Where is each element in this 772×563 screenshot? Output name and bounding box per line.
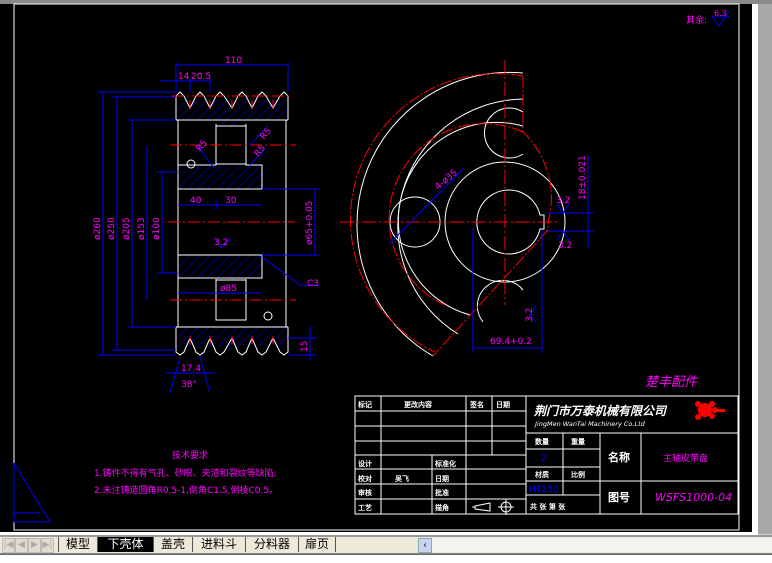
triangle-symbol (13, 462, 51, 523)
roughness-label: 其余: (686, 14, 707, 26)
tab-model[interactable]: 模型 (58, 537, 97, 552)
dim-15: 15 (300, 341, 310, 352)
notes-item-1: 1.铸件不得有气孔、砂眼、夹渣和裂纹等缺陷; (94, 467, 277, 479)
dim-r5-c: R5 (253, 143, 268, 159)
front-view: 4-ø35 18±0.021 3.2 3.2 3.2 69.4+0.2 (340, 60, 594, 357)
last-tab-button[interactable]: ▶| (41, 538, 54, 553)
drawing-frame (13, 3, 740, 531)
material-label: 材质 (534, 470, 549, 479)
row-design-label: 设计 (358, 459, 372, 468)
row-check-label: 校对 (358, 474, 372, 483)
tab-cover[interactable]: 盖壳 (153, 537, 192, 552)
dim-angle-38: 38° (181, 380, 197, 390)
scroll-left-button[interactable]: ‹ (418, 538, 432, 553)
row-review-label: 审核 (358, 488, 372, 497)
dim-69-4: 69.4+0.2 (490, 337, 532, 347)
dim-bore-65: ø65+0.05 (305, 200, 315, 245)
tab-lower-housing[interactable]: 下壳体 (97, 537, 153, 552)
dim-r5-b: R5 (259, 126, 274, 142)
prev-tab-button[interactable]: ◀ (15, 538, 28, 553)
roughness-3-2-b: 3.2 (558, 241, 572, 251)
dim-17-4: 17.4 (181, 364, 201, 374)
notes-item-2: 2.未注铸造圆角R0.5-1,倒角C1.5,倒棱C0.5。 (94, 484, 278, 496)
tab-hopper[interactable]: 进料斗 (192, 537, 245, 552)
dim-dia-153: ø153 (137, 217, 147, 240)
part-name: 主轴皮带盘 (663, 452, 708, 464)
tab-distributor[interactable]: 分料器 (245, 537, 298, 552)
row-process-label: 工艺 (358, 503, 372, 512)
roughness-3-2-c: 3.2 (525, 308, 535, 322)
row-check-date-label: 日期 (435, 474, 449, 483)
scale-label: 比例 (571, 470, 585, 479)
horizontal-scrollbar[interactable]: ‹ (418, 538, 772, 553)
drawing-canvas[interactable]: 其余: 6.3 110 14 20.5 ø260 ø250 ø205 ø153 … (0, 3, 752, 532)
dim-holes-4-35: 4-ø35 (434, 168, 460, 192)
roughness-3-2: 3.2 (214, 238, 228, 248)
notes-title: 技术要求 (172, 449, 208, 461)
company-logo (695, 401, 725, 420)
company-stamp: 楚丰配件 (645, 375, 698, 390)
vertical-scrollbar[interactable] (758, 4, 772, 534)
qty-value: 2 (541, 454, 547, 464)
row-check-name: 吴飞 (395, 474, 409, 483)
qty-label: 数量 (535, 437, 549, 446)
name-label: 名称 (608, 450, 630, 464)
drawing-no: WSFS1000-04 (655, 491, 732, 504)
row-standard-label: 标准化 (434, 459, 456, 468)
dim-30: 30 (225, 196, 237, 206)
dim-keyway-18: 18±0.021 (578, 155, 588, 200)
dim-dia-260: ø260 (93, 217, 103, 240)
tab-title-page[interactable]: 扉页 (298, 537, 336, 552)
sheet-label: 共 张 第 张 (530, 502, 566, 511)
dim-overall-width: 110 (225, 56, 242, 66)
header-mark: 标记 (357, 400, 372, 409)
dim-14: 14 (178, 72, 190, 82)
layout-tab-bar: |◀ ◀ ▶ ▶| 模型 下壳体 盖壳 进料斗 分料器 扉页 ‹ (0, 537, 772, 554)
header-change: 更改内容 (404, 400, 432, 409)
first-tab-button[interactable]: |◀ (2, 538, 15, 553)
company-name-en: JingMen WanTai Machinery Co.Ltd (533, 420, 646, 428)
roughness-3-2-a: 3.2 (556, 196, 570, 206)
dim-40: 40 (190, 196, 202, 206)
row-projection-label: 描角 (435, 503, 449, 512)
header-sign: 签名 (469, 400, 484, 409)
next-tab-button[interactable]: ▶ (28, 538, 41, 553)
weight-label: 重量 (571, 437, 585, 446)
cad-drawing: 其余: 6.3 110 14 20.5 ø260 ø250 ø205 ø153 … (13, 3, 740, 531)
dim-dia-250: ø250 (107, 217, 117, 240)
header-date: 日期 (496, 400, 510, 409)
dim-chamfer-c3: C3 (307, 279, 319, 289)
dim-r5-a: R5 (195, 138, 210, 154)
section-view: 110 14 20.5 ø260 ø250 ø205 ø153 ø100 40 … (93, 56, 320, 394)
row-approve-label: 批准 (435, 488, 449, 497)
drawing-no-label: 图号 (608, 491, 630, 504)
dim-dia-100: ø100 (152, 217, 162, 240)
dim-20-5: 20.5 (191, 72, 211, 82)
dim-dia-85: ø85 (220, 284, 237, 294)
material-value: HT250 (529, 485, 559, 495)
dim-dia-205: ø205 (122, 217, 132, 240)
company-name-cn: 荆门市万泰机械有限公司 (533, 404, 668, 418)
